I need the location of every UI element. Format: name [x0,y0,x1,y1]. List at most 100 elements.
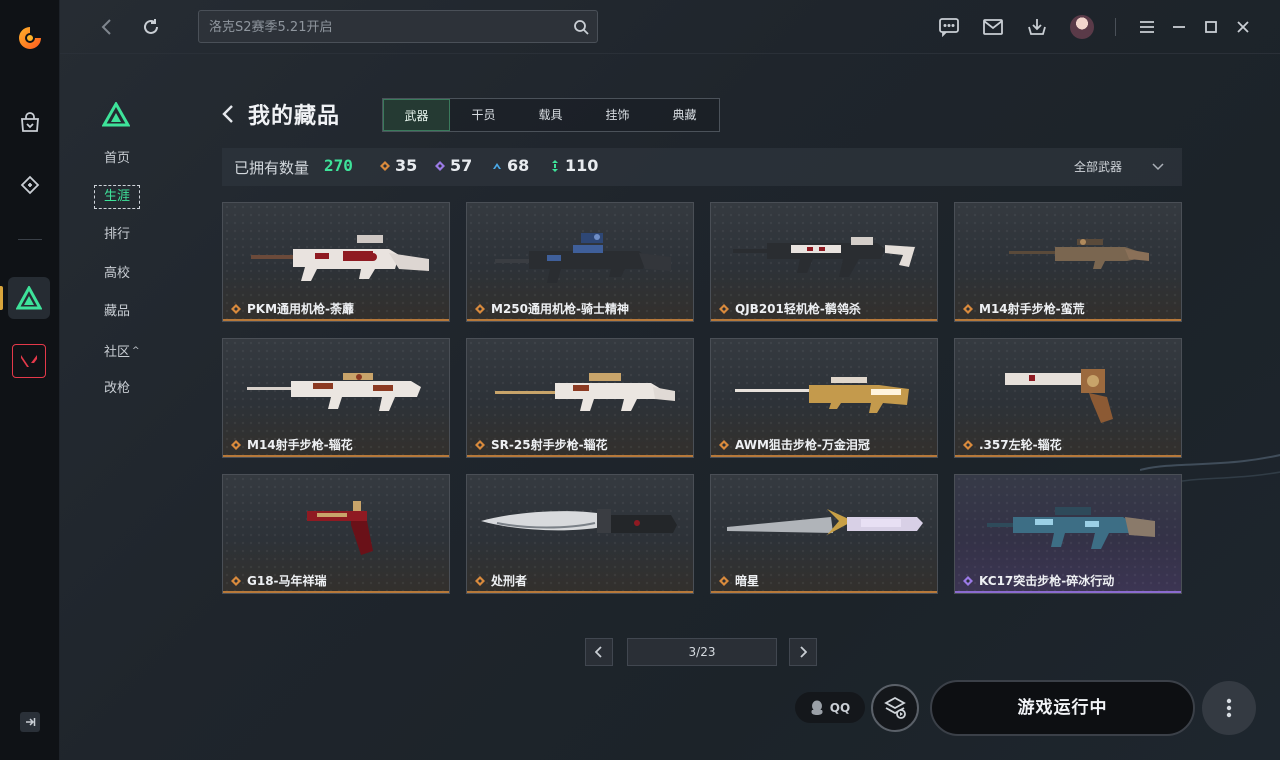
weapon-name: .357左轮-辎花 [963,436,1062,453]
collection-header: 我的藏品 [222,98,340,130]
nav-item-ranking[interactable]: 排行 [90,224,150,246]
chevron-left-icon [595,646,602,658]
delta-force-game-icon[interactable] [8,277,50,319]
mail-icon[interactable] [982,16,1004,38]
count-purple: 57 [435,156,472,175]
nav-item-community[interactable]: 社区 ^ [90,340,150,362]
orange-rarity-icon [475,303,485,314]
search-box[interactable] [198,10,598,43]
page-title: 我的藏品 [248,104,341,129]
nav-item-college[interactable]: 高校 [90,263,150,285]
tab-operators[interactable]: 干员 [450,99,517,131]
download-icon[interactable] [1026,16,1048,38]
green-arrows-icon [550,159,560,172]
collapse-rail-icon[interactable] [20,712,40,732]
blade-icon [727,509,923,535]
weapon-card[interactable]: SR-25射手步枪-辎花 [466,338,694,458]
nav-item-label: 社区 [104,345,131,360]
weapon-name-text: 处刑者 [491,574,528,588]
orange-rarity-icon [719,575,729,586]
weapon-card[interactable]: QJB201轻机枪-鹡鸰杀 [710,202,938,322]
close-icon[interactable] [1232,16,1254,38]
orange-diamond-icon [380,160,390,172]
weapon-name-text: M14射手步枪-辎花 [247,438,353,452]
orange-rarity-icon [231,575,241,586]
weapon-card[interactable]: M250通用机枪-骑士精神 [466,202,694,322]
gamepad-icon[interactable] [15,170,45,200]
tab-collectibles[interactable]: 典藏 [651,99,718,131]
orange-rarity-icon [231,439,241,450]
app-rail [0,0,60,760]
nav-item-label: 藏品 [104,304,131,319]
weapon-name: 处刑者 [475,572,527,589]
game-running-button[interactable]: 游戏运行中 [930,680,1195,736]
weapon-name-text: .357左轮-辎花 [979,438,1062,452]
orange-rarity-icon [963,303,973,314]
chat-icon[interactable] [938,16,960,38]
weapon-name: G18-马年祥瑞 [231,572,327,589]
user-avatar[interactable] [1070,15,1094,39]
count-green: 110 [550,156,598,175]
assault-rifle-icon [987,507,1155,549]
nav-item-career[interactable]: 生涯 [90,185,150,209]
nav-item-label: 首页 [104,151,131,166]
qq-button[interactable]: QQ [795,692,865,723]
next-page-button[interactable] [789,638,817,666]
purple-diamond-icon [435,160,445,172]
weapon-filter-dropdown[interactable]: 全部武器 [1074,158,1164,175]
search-input[interactable] [209,17,559,37]
weapon-card[interactable]: AWM狙击步枪-万金泪冠 [710,338,938,458]
marksman-rifle-icon [247,373,421,411]
weapon-card[interactable]: M14射手步枪-蛮荒 [954,202,1182,322]
weapon-name-text: 暗星 [735,574,760,588]
weapon-name-text: M250通用机枪-骑士精神 [491,302,629,316]
valorant-game-icon[interactable] [12,344,46,378]
chevron-up-icon: ^ [132,346,140,356]
nav-item-gun-mod[interactable]: 改枪 [90,378,150,400]
count-value: 110 [565,156,599,175]
revolver-icon [1005,369,1113,423]
weapon-name: QJB201轻机枪-鹡鸰杀 [719,300,861,317]
owned-total: 270 [324,156,353,175]
store-icon[interactable] [15,108,45,138]
tab-weapons[interactable]: 武器 [383,99,450,131]
weapon-card[interactable]: 处刑者 [466,474,694,594]
prev-page-button[interactable] [585,638,613,666]
weapon-name: M250通用机枪-骑士精神 [475,300,629,317]
light-machine-gun-icon [733,237,915,277]
orange-rarity-icon [963,439,973,450]
menu-icon[interactable] [1136,16,1158,38]
nav-item-collection[interactable]: 藏品 [90,301,150,323]
page-indicator: 3/23 [627,638,777,666]
search-icon[interactable] [573,19,589,35]
nav-item-home[interactable]: 首页 [90,148,150,170]
weapon-name-text: QJB201轻机枪-鹡鸰杀 [735,302,861,316]
weapon-card[interactable]: PKM通用机枪-荼蘼 [222,202,450,322]
tab-charms[interactable]: 挂饰 [584,99,651,131]
pistol-icon [307,501,373,555]
top-bar [60,0,1280,54]
count-orange: 35 [380,156,417,175]
qq-label: QQ [829,700,851,715]
game-library-icon[interactable] [871,684,919,732]
weapon-name: M14射手步枪-蛮荒 [963,300,1085,317]
more-options-icon[interactable] [1202,681,1256,735]
weapon-card[interactable]: M14射手步枪-辎花 [222,338,450,458]
orange-rarity-icon [475,439,485,450]
main-panel: 首页 生涯 排行 高校 藏品 社区^ 改枪 我的藏品 武器 干员 载具 挂饰 典… [60,0,1280,760]
back-nav-icon[interactable] [96,16,116,38]
marksman-rifle-icon [1009,239,1149,269]
weapon-card[interactable]: KC17突击步枪-碎冰行动 [954,474,1182,594]
weapon-card[interactable]: 暗星 [710,474,938,594]
back-arrow-icon[interactable] [222,99,240,129]
tab-vehicles[interactable]: 载具 [517,99,584,131]
minimize-icon[interactable] [1168,16,1190,38]
weapon-card[interactable]: .357左轮-辎花 [954,338,1182,458]
refresh-icon[interactable] [140,16,162,38]
weapon-card[interactable]: G18-马年祥瑞 [222,474,450,594]
topbar-divider [1115,18,1116,36]
weapon-name: SR-25射手步枪-辎花 [475,436,608,453]
delta-force-logo-icon [101,100,131,128]
maximize-icon[interactable] [1200,16,1222,38]
qq-icon [811,700,823,715]
